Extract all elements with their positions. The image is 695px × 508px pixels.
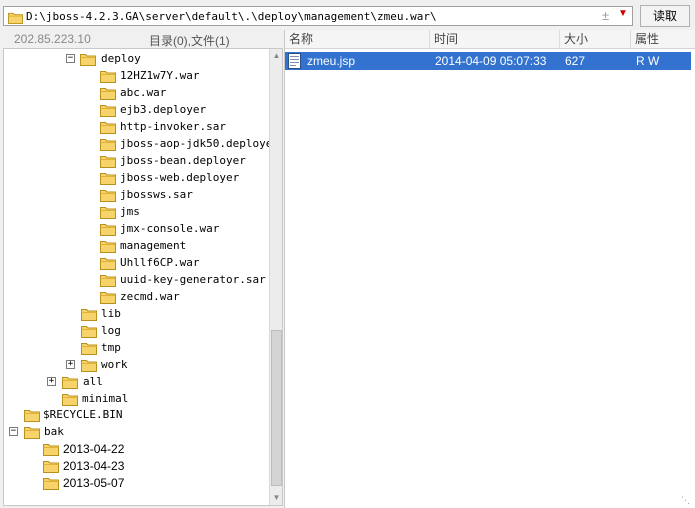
folder-icon — [43, 476, 59, 490]
column-header-time[interactable]: 时间 — [430, 30, 560, 48]
folder-icon — [100, 86, 116, 100]
folder-icon — [8, 11, 23, 24]
tree-node-label: jbossws.sar — [120, 188, 193, 201]
read-button[interactable]: 读取 — [640, 5, 690, 27]
tree-node-label: 12HZ1w7Y.war — [120, 69, 200, 82]
tree-node-label: lib — [101, 307, 121, 320]
file-list: 名称 时间 大小 属性 zmeu.jsp 2014-04-09 05:07:33… — [284, 30, 695, 508]
tree-node-label: work — [101, 358, 128, 371]
tree-node-label: log — [101, 324, 121, 337]
file-name: zmeu.jsp — [307, 54, 356, 68]
collapse-icon[interactable]: − — [66, 54, 75, 63]
folder-icon — [43, 442, 59, 456]
folder-icon — [80, 52, 96, 66]
folder-icon — [100, 154, 116, 168]
tree-node-label: $RECYCLE.BIN — [43, 408, 123, 421]
folder-icon — [100, 273, 116, 287]
collapse-icon[interactable]: − — [9, 427, 18, 436]
folder-icon — [81, 307, 97, 321]
file-size: 627 — [565, 54, 586, 68]
scrollbar-thumb[interactable] — [271, 330, 282, 486]
tree-node-label: minimal — [82, 392, 129, 405]
tree-node-label: jboss-aop-jdk50.deployer — [120, 137, 279, 150]
file-time: 2014-04-09 05:07:33 — [435, 54, 547, 68]
item-counts: 目录(0),文件(1) — [149, 34, 230, 48]
folder-icon — [24, 425, 40, 439]
list-header: 名称 时间 大小 属性 — [285, 30, 695, 49]
folder-icon — [100, 69, 116, 83]
chevron-down-icon[interactable]: ▼ — [618, 8, 628, 19]
address-toolbar: D:\jboss-4.2.3.GA\server\default\.\deplo… — [0, 0, 695, 30]
tree-node-label: deploy — [101, 52, 141, 65]
folder-tree: − deploy 12HZ1w7Y.war abc.war ejb3.deplo… — [3, 48, 283, 506]
tree-node-label: all — [83, 375, 103, 388]
expand-icon[interactable]: + — [66, 360, 75, 369]
tree-node-label: abc.war — [120, 86, 167, 99]
folder-icon — [100, 222, 116, 236]
folder-icon — [100, 188, 116, 202]
resize-grip-icon[interactable]: ⋱ — [681, 495, 690, 506]
tree-node-label: tmp — [101, 341, 121, 354]
file-attr: R W — [636, 54, 660, 68]
folder-icon — [100, 171, 116, 185]
folder-icon — [100, 256, 116, 270]
folder-icon — [100, 137, 116, 151]
folder-icon — [62, 392, 78, 406]
status-row: 202.85.223.10 目录(0),文件(1) — [0, 30, 283, 48]
tree-scrollbar[interactable]: ▲ ▼ — [269, 49, 282, 505]
tree-node-label: Uhllf6CP.war — [120, 256, 200, 269]
folder-icon — [81, 324, 97, 338]
scroll-down-icon[interactable]: ▼ — [270, 491, 282, 505]
folder-icon — [62, 375, 78, 389]
expand-icon[interactable]: + — [47, 377, 56, 386]
tree-node-label: http-invoker.sar — [120, 120, 226, 133]
folder-icon — [100, 120, 116, 134]
tree-node-label: ejb3.deployer — [120, 103, 207, 116]
folder-icon — [100, 239, 116, 253]
scroll-up-icon[interactable]: ▲ — [270, 49, 282, 63]
file-icon — [288, 53, 301, 69]
folder-icon — [100, 103, 116, 117]
tree-node-label: jboss-bean.deployer — [120, 154, 246, 167]
tree-node-label: uuid-key-generator.sar — [120, 273, 266, 286]
table-row[interactable]: zmeu.jsp 2014-04-09 05:07:33 627 R W — [285, 52, 691, 70]
folder-icon — [100, 290, 116, 304]
folder-icon — [100, 205, 116, 219]
path-field[interactable]: D:\jboss-4.2.3.GA\server\default\.\deplo… — [3, 6, 633, 26]
tree-node-label: 2013-04-23 — [63, 459, 125, 473]
tree-node-label: jboss-web.deployer — [120, 171, 240, 184]
tree-node-label: jms — [120, 205, 140, 218]
tree-node-label: bak — [44, 425, 64, 438]
column-header-name[interactable]: 名称 — [285, 30, 430, 48]
column-header-attr[interactable]: 属性 — [631, 30, 695, 48]
plus-minus-icon[interactable]: ± — [602, 8, 609, 23]
server-ip: 202.85.223.10 — [14, 32, 91, 46]
tree-node-label: management — [120, 239, 187, 252]
folder-icon — [43, 459, 59, 473]
folder-icon — [81, 358, 97, 372]
folder-icon — [81, 341, 97, 355]
tree-node-label: 2013-04-22 — [63, 442, 125, 456]
tree-node-label: jmx-console.war — [120, 222, 220, 235]
path-text: D:\jboss-4.2.3.GA\server\default\.\deplo… — [26, 10, 437, 23]
folder-icon — [24, 408, 40, 422]
tree-node-label: 2013-05-07 — [63, 476, 125, 490]
tree-node-label: zecmd.war — [120, 290, 180, 303]
column-header-size[interactable]: 大小 — [560, 30, 631, 48]
